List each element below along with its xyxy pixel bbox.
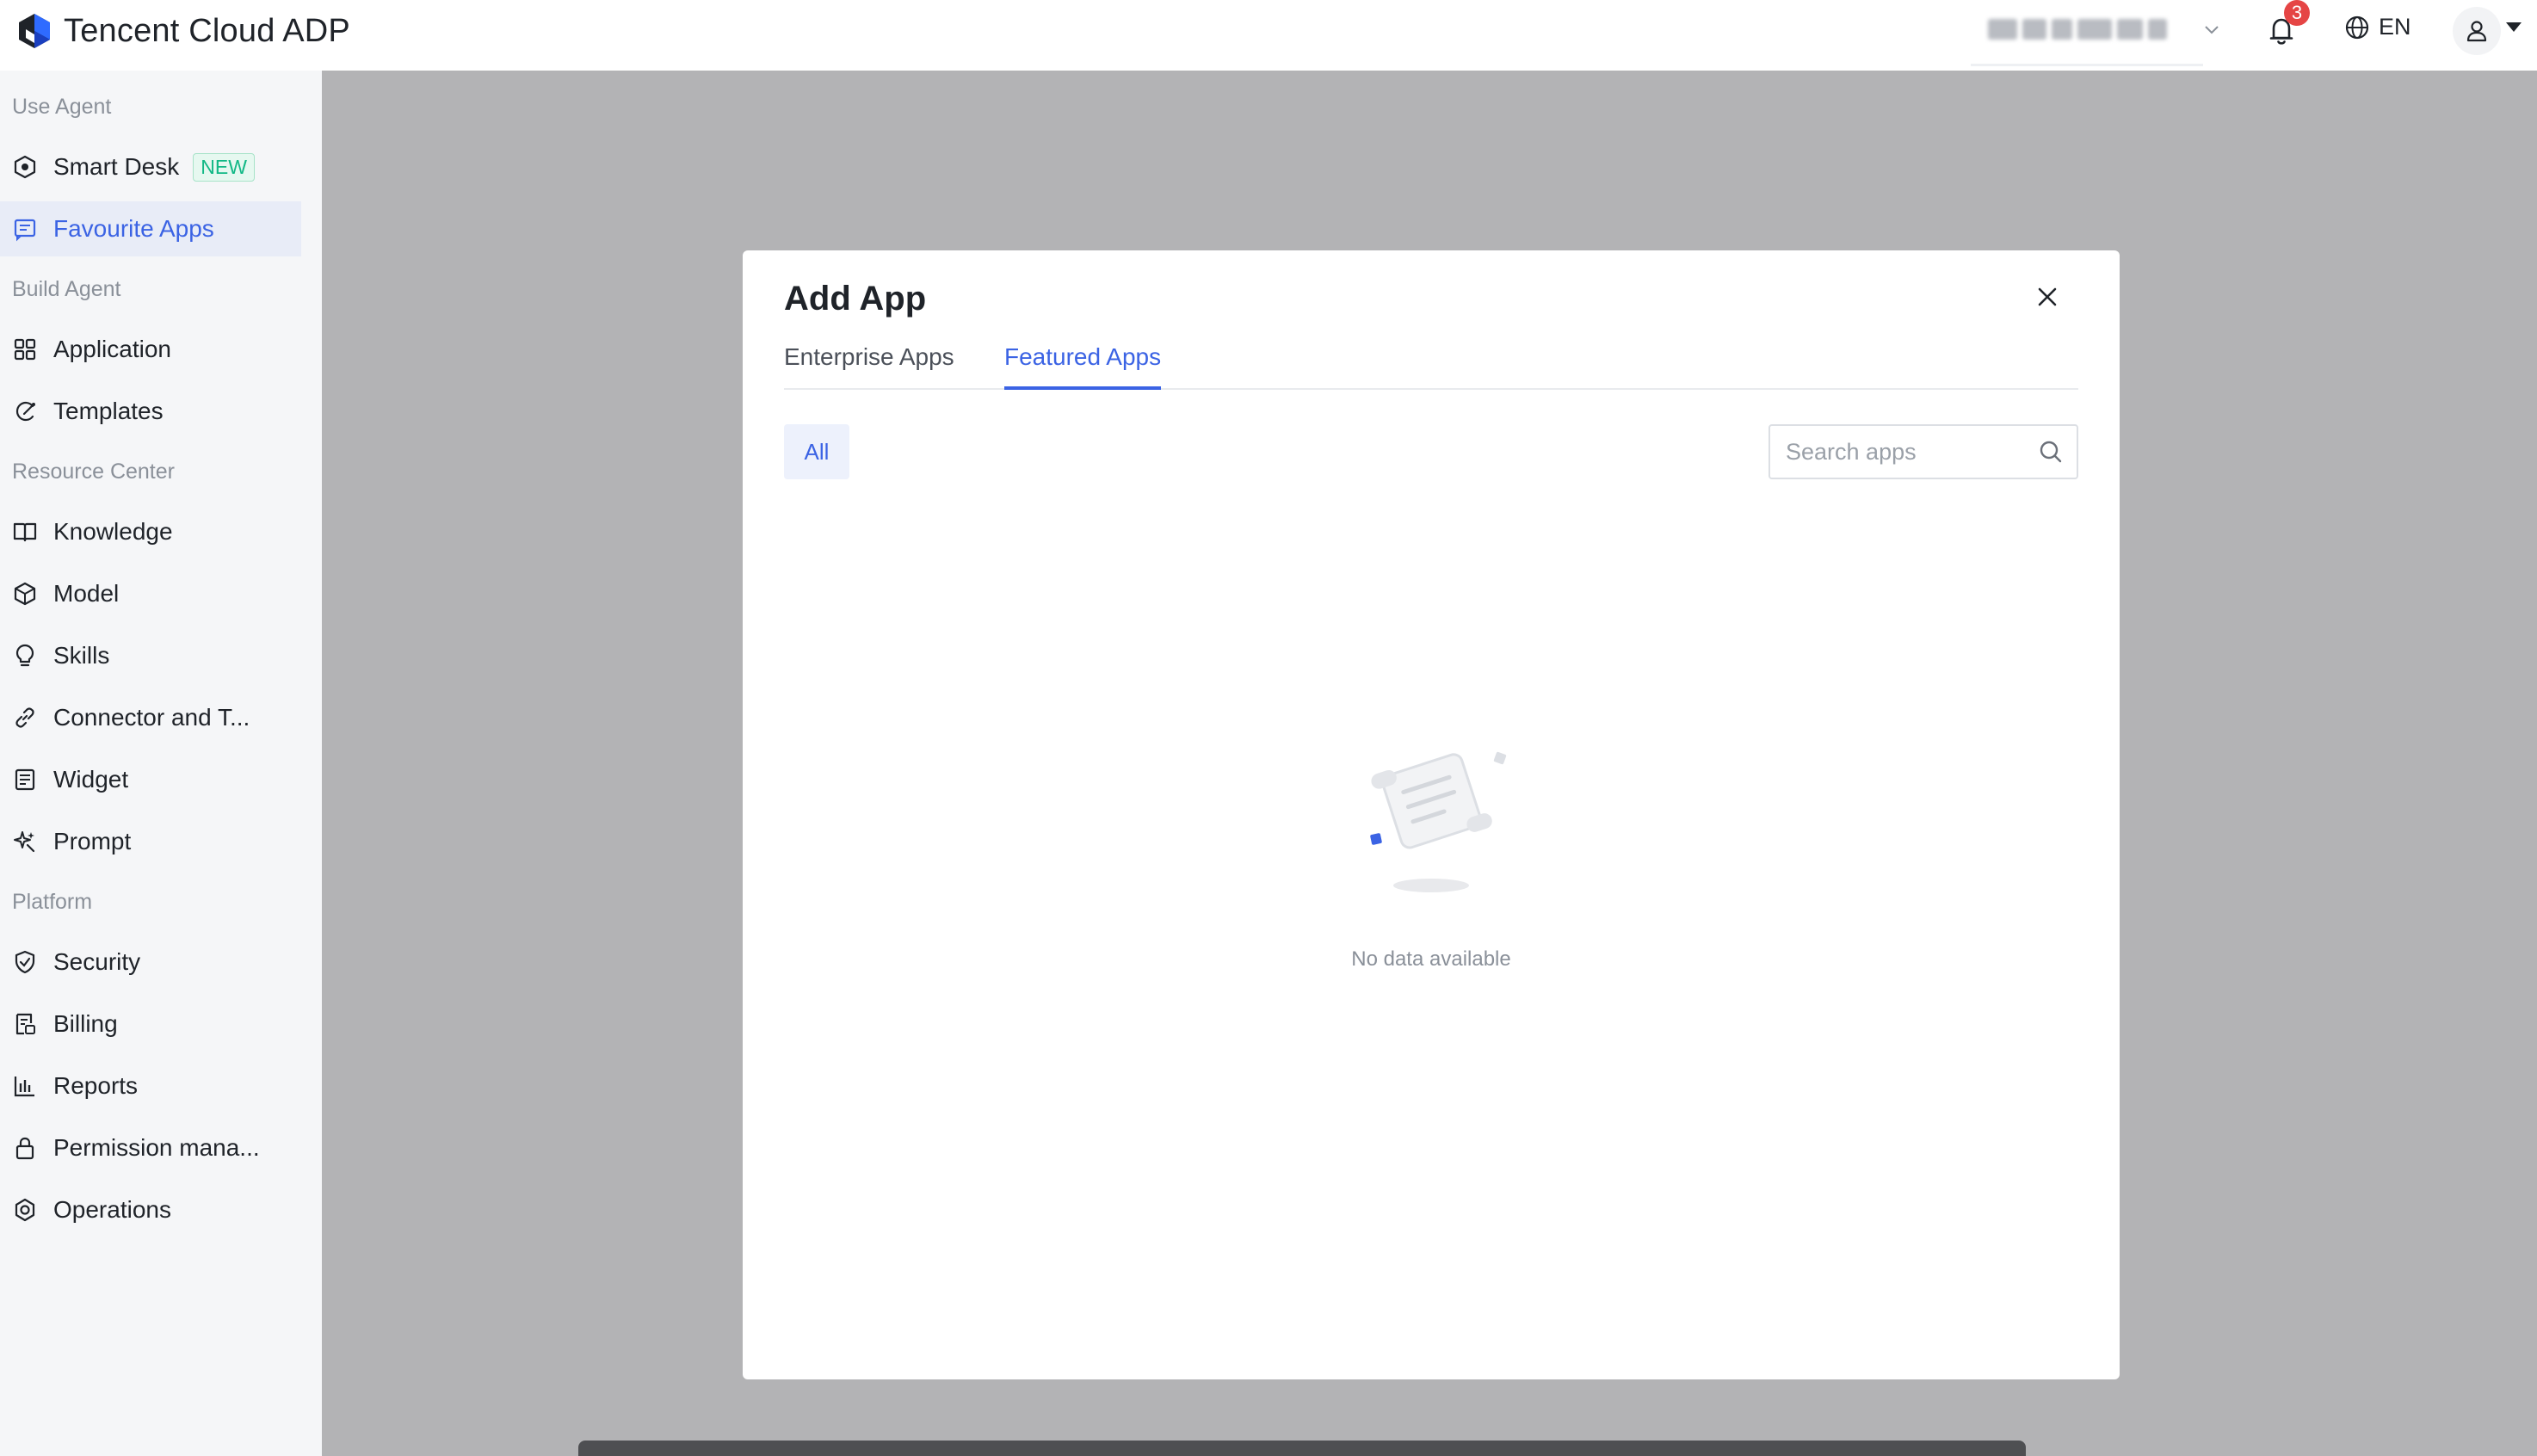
sidebar-item-label: Reports: [53, 1072, 139, 1099]
language-switcher[interactable]: EN: [2344, 14, 2411, 40]
sidebar-item-knowledge[interactable]: Knowledge: [0, 504, 301, 559]
sidebar-item-security[interactable]: Security: [0, 935, 301, 990]
sidebar-item-operations[interactable]: Operations: [0, 1182, 301, 1237]
add-app-dialog: Add App Enterprise Apps Featured Apps Al…: [743, 250, 2120, 1379]
dialog-tabs: Enterprise Apps Featured Apps: [784, 340, 2078, 390]
sidebar-item-label: Knowledge: [53, 518, 173, 545]
language-label: EN: [2379, 14, 2411, 40]
sidebar-item-permission[interactable]: Permission mana...: [0, 1120, 301, 1175]
sidebar-item-label: Security: [53, 948, 141, 975]
account-divider: [1971, 64, 2203, 66]
account-selector[interactable]: [1988, 14, 2177, 45]
sidebar: Use Agent Smart Desk NEW Favourite Apps …: [0, 71, 322, 1456]
empty-state-scroll-icon: [1370, 751, 1507, 892]
sidebar-item-label: Smart Desk: [53, 153, 180, 180]
sparkle-icon: [14, 831, 35, 853]
chevron-down-icon[interactable]: [2201, 19, 2222, 40]
dialog-title: Add App: [784, 280, 927, 318]
account-name-blurred: [1988, 19, 2167, 40]
notification-badge: 3: [2284, 0, 2310, 26]
gear-icon: [15, 1198, 35, 1222]
link-icon: [15, 707, 34, 728]
sidebar-item-billing[interactable]: Billing: [0, 996, 301, 1052]
grid-icon: [14, 338, 36, 361]
tab-label: Enterprise Apps: [784, 343, 954, 370]
sidebar-item-label: Model: [53, 580, 120, 607]
sidebar-group-use-agent: Use Agent: [12, 95, 112, 119]
sidebar-item-label: Billing: [53, 1010, 118, 1037]
favourite-apps-icon: [14, 219, 36, 242]
sidebar-item-application[interactable]: Application: [0, 322, 301, 377]
search-icon[interactable]: [2037, 438, 2065, 466]
tab-featured-apps[interactable]: Featured Apps: [1004, 340, 1162, 390]
book-icon: [13, 522, 37, 542]
taskbar-strip: [578, 1441, 2026, 1456]
tab-label: Featured Apps: [1004, 343, 1162, 370]
search-box[interactable]: [1768, 424, 2078, 479]
filter-chip-all[interactable]: All: [784, 424, 849, 479]
lock-icon: [15, 1137, 34, 1160]
sidebar-item-skills[interactable]: Skills: [0, 628, 301, 683]
new-badge: NEW: [193, 152, 255, 182]
sidebar-item-smart-desk[interactable]: Smart Desk NEW: [0, 139, 301, 194]
top-bar: Tencent Cloud ADP 3 EN: [0, 0, 2537, 71]
sidebar-item-templates[interactable]: Templates: [0, 384, 301, 439]
cube-icon: [14, 582, 36, 606]
sidebar-item-reports[interactable]: Reports: [0, 1058, 301, 1114]
close-icon[interactable]: [2032, 281, 2063, 312]
sidebar-item-label: Connector and T...: [53, 704, 250, 731]
smart-desk-icon: [14, 155, 36, 179]
templates-icon: [15, 401, 35, 422]
app-title: Tencent Cloud ADP: [64, 12, 350, 49]
sidebar-item-label: Operations: [53, 1196, 171, 1223]
user-icon: [2466, 21, 2487, 42]
sidebar-item-favourite-apps[interactable]: Favourite Apps: [0, 201, 301, 256]
sidebar-item-label: Skills: [53, 642, 110, 669]
globe-icon: [2345, 15, 2369, 39]
sidebar-item-prompt[interactable]: Prompt: [0, 814, 301, 869]
tencent-cloud-logo-icon: [19, 14, 50, 48]
bar-chart-icon: [14, 1077, 34, 1097]
user-menu-caret-icon[interactable]: [2506, 22, 2522, 32]
billing-icon: [15, 1013, 35, 1035]
widget-icon: [15, 768, 35, 791]
sidebar-item-label: Prompt: [53, 828, 132, 854]
sidebar-item-connector[interactable]: Connector and T...: [0, 690, 301, 745]
sidebar-group-resource-center: Resource Center: [12, 460, 175, 484]
sidebar-item-label: Widget: [53, 766, 129, 793]
empty-state-text: No data available: [1351, 947, 1511, 971]
sidebar-item-label: Templates: [53, 398, 164, 424]
user-avatar-button[interactable]: [2453, 7, 2501, 55]
sidebar-item-model[interactable]: Model: [0, 566, 301, 621]
sidebar-group-build-agent: Build Agent: [12, 277, 121, 301]
sidebar-item-label: Favourite Apps: [53, 215, 214, 242]
active-tab-indicator: [1004, 386, 1162, 390]
lightbulb-icon: [15, 644, 34, 667]
sidebar-item-label: Permission mana...: [53, 1134, 260, 1161]
sidebar-item-label: Application: [53, 336, 171, 362]
tab-enterprise-apps[interactable]: Enterprise Apps: [784, 340, 954, 388]
sidebar-item-widget[interactable]: Widget: [0, 752, 301, 807]
sidebar-group-platform: Platform: [12, 890, 93, 914]
search-input[interactable]: [1786, 426, 2027, 478]
shield-icon: [15, 950, 35, 974]
logo[interactable]: Tencent Cloud ADP: [14, 10, 350, 52]
